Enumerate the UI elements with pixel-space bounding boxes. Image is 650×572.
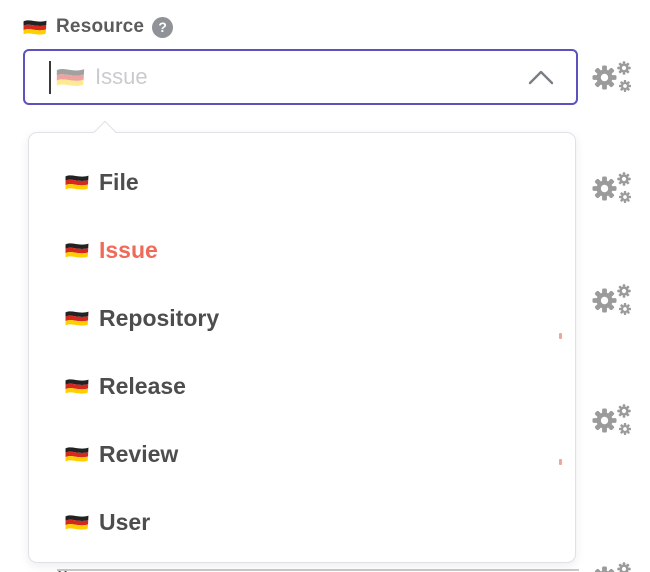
field-label: Resource (56, 16, 144, 38)
text-caret (49, 61, 51, 94)
german-flag-icon (64, 240, 90, 261)
german-flag-icon (64, 376, 90, 397)
german-flag-icon (64, 308, 90, 329)
dropdown-item-file[interactable]: File (29, 148, 575, 216)
occluded-content-sliver (559, 459, 562, 465)
dropdown-item-label: Repository (99, 305, 219, 332)
gears-icon[interactable] (590, 402, 634, 438)
dropdown-item-label: Release (99, 373, 186, 400)
gears-icon[interactable] (590, 59, 634, 95)
resource-dropdown-list: File Issue Repository Release Review Use… (28, 132, 576, 563)
dropdown-item-user[interactable]: User (29, 488, 575, 556)
dropdown-item-release[interactable]: Release (29, 352, 575, 420)
resource-select[interactable]: Issue (23, 49, 578, 105)
dropdown-item-label: User (99, 509, 150, 536)
help-icon[interactable]: ? (152, 17, 173, 38)
dropdown-item-label: File (99, 169, 139, 196)
dropdown-item-label: Issue (99, 237, 158, 264)
dropdown-item-label: Review (99, 441, 178, 468)
field-underline (57, 569, 579, 571)
german-flag-icon (22, 17, 48, 38)
german-flag-icon (64, 444, 90, 465)
field-label-row: Resource ? (22, 16, 173, 38)
occluded-content-sliver (559, 333, 562, 339)
dropdown-notch (94, 121, 117, 144)
chevron-up-icon[interactable] (528, 69, 554, 85)
german-flag-icon-faded (55, 65, 86, 90)
gears-icon[interactable] (590, 282, 634, 318)
select-placeholder: Issue (95, 64, 148, 90)
gears-icon[interactable] (590, 170, 634, 206)
dropdown-item-review[interactable]: Review (29, 420, 575, 488)
german-flag-icon (64, 172, 90, 193)
resource-form: Resource ? Issue File Issue Repository (0, 0, 650, 572)
gears-icon[interactable] (590, 560, 634, 572)
german-flag-icon (64, 512, 90, 533)
dropdown-item-issue[interactable]: Issue (29, 216, 575, 284)
dropdown-item-repository[interactable]: Repository (29, 284, 575, 352)
